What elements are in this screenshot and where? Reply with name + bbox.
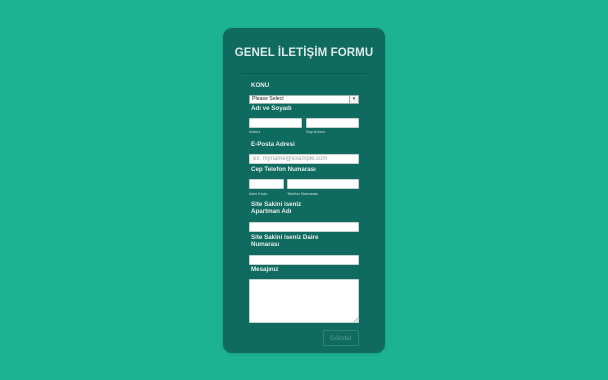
message-label: Mesajınız: [251, 266, 279, 273]
apartment-label-line2: Apartman Adı: [251, 208, 292, 215]
email-label: E-Posta Adresi: [251, 141, 295, 148]
subject-select-value: Please Select: [252, 96, 284, 102]
title-divider: [241, 73, 367, 74]
area-code-input[interactable]: [249, 179, 284, 189]
apartment-input[interactable]: [249, 222, 359, 232]
email-input[interactable]: [249, 154, 359, 164]
page: GENEL İLETİŞİM FORMU KONU Please Select …: [0, 0, 608, 380]
last-name-input[interactable]: [306, 118, 359, 128]
name-label: Adı ve Soyadı: [251, 105, 292, 112]
subject-select[interactable]: Please Select ▾: [249, 95, 359, 104]
last-name-sublabel: Soy Adınız: [306, 129, 326, 134]
first-name-input[interactable]: [249, 118, 302, 128]
subject-label: KONU: [251, 82, 270, 89]
first-name-sublabel: Adınız: [249, 129, 261, 134]
resize-handle-icon[interactable]: [353, 317, 358, 322]
area-code-sublabel: Alan Kodu: [249, 191, 268, 196]
form-title: GENEL İLETİŞİM FORMU: [234, 47, 374, 59]
chevron-down-icon[interactable]: ▾: [349, 96, 358, 103]
submit-button[interactable]: Gönder: [323, 330, 359, 346]
phone-number-sublabel: Telefon Numarası: [287, 191, 319, 196]
contact-form-card: GENEL İLETİŞİM FORMU KONU Please Select …: [223, 28, 385, 353]
message-textarea[interactable]: [249, 279, 359, 323]
unit-label-line2: Numarası: [251, 241, 280, 248]
phone-number-input[interactable]: [287, 179, 359, 189]
unit-number-input[interactable]: [249, 255, 359, 265]
phone-label: Cep Telefon Numarası: [251, 166, 316, 173]
